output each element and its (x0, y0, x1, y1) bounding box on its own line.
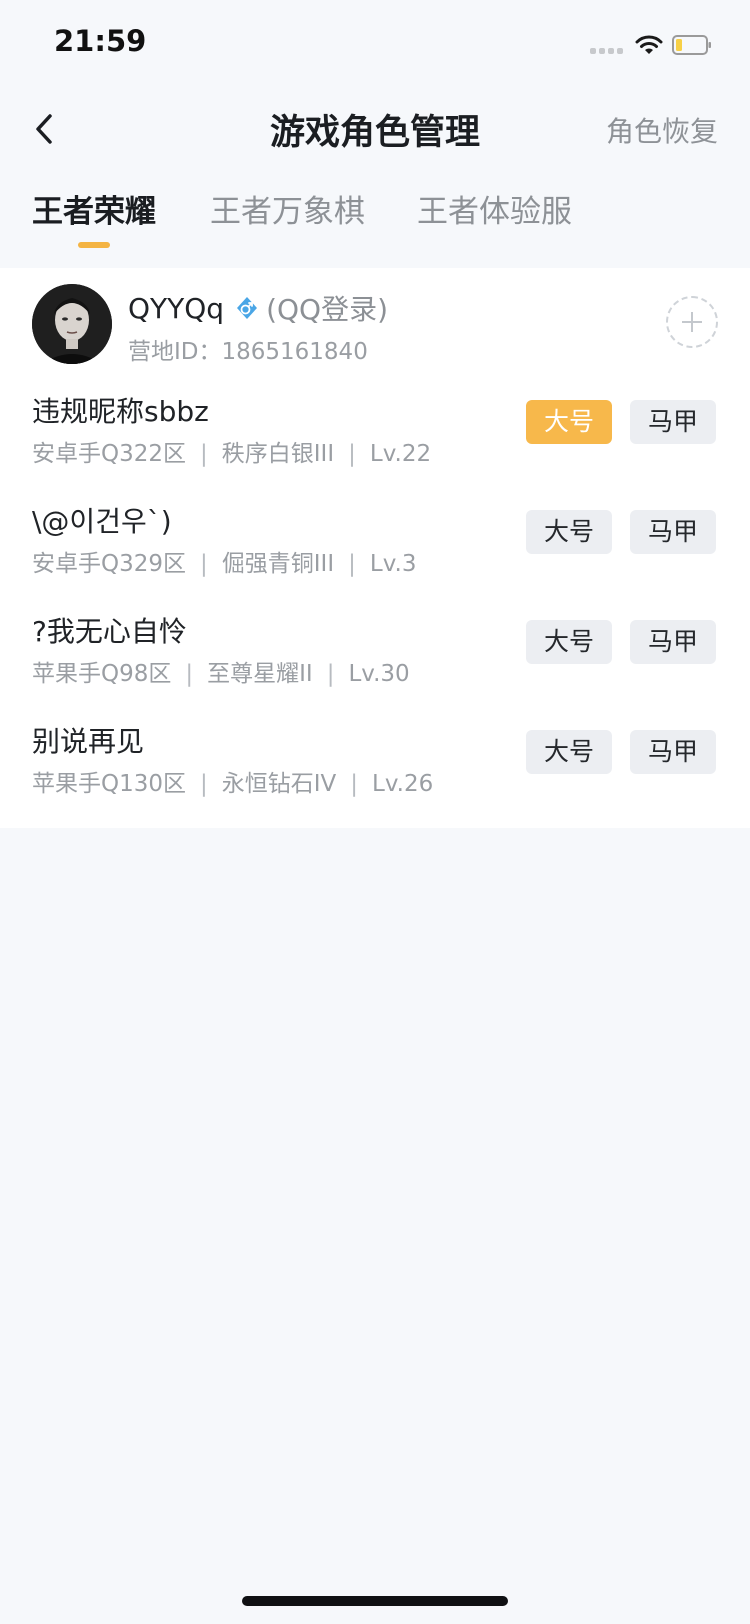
login-type: (QQ登录) (266, 293, 388, 326)
role-level: Lv.3 (369, 551, 417, 577)
role-meta: 安卓手Q329区 | 倔强青铜III | Lv.3 (32, 544, 416, 578)
role-name: ?我无心自怜 (32, 615, 187, 648)
role-name: 别说再见 (32, 725, 145, 758)
role-rank: 至尊星耀II (207, 661, 313, 687)
role-meta: 苹果手Q98区 | 至尊星耀II | Lv.30 (32, 654, 410, 688)
role-rank: 永恒钻石IV (221, 771, 337, 797)
tab-honor-of-kings[interactable]: 王者荣耀 (32, 186, 156, 231)
divider: | (348, 551, 356, 577)
male-icon (237, 297, 258, 319)
role-server: 安卓手Q329区 (32, 551, 187, 577)
divider: | (200, 441, 208, 467)
role-row: \@이건우`) 安卓手Q329区 | 倔强青铜III | Lv.3 大号 马甲 (0, 488, 750, 598)
role-name: \@이건우`) (32, 505, 172, 538)
alt-account-button[interactable]: 马甲 (630, 730, 716, 774)
main-account-button[interactable]: 大号 (526, 510, 612, 554)
game-tabs: 王者荣耀 王者万象棋 王者体验服 (0, 186, 750, 256)
tab-active-indicator (78, 242, 110, 248)
main-account-button[interactable]: 大号 (526, 400, 612, 444)
account-row: QYYQq (QQ登录) 营地ID：1865161840 (0, 268, 750, 378)
divider: | (350, 771, 359, 797)
signal-icon (590, 48, 626, 54)
avatar-image (32, 284, 112, 364)
wifi-icon (635, 35, 663, 54)
role-row: 违规昵称sbbz 安卓手Q322区 | 秩序白银III | Lv.22 大号 马甲 (0, 378, 750, 488)
nav-header: 游戏角色管理 角色恢复 (0, 90, 750, 170)
status-time: 21:59 (54, 24, 147, 58)
divider: | (200, 551, 208, 577)
status-bar: 21:59 (0, 0, 750, 90)
role-level: Lv.30 (348, 661, 410, 687)
home-indicator[interactable] (242, 1596, 508, 1606)
tab-experience-server[interactable]: 王者体验服 (417, 186, 572, 231)
account-name-line: QYYQq (QQ登录) (128, 288, 388, 328)
role-rank: 倔强青铜III (221, 551, 335, 577)
divider: | (185, 661, 194, 687)
avatar (32, 284, 112, 364)
main-account-button[interactable]: 大号 (526, 730, 612, 774)
role-meta: 安卓手Q322区 | 秩序白银III | Lv.22 (32, 434, 431, 468)
role-server: 苹果手Q130区 (32, 771, 187, 797)
account-id: 营地ID：1865161840 (128, 339, 368, 365)
divider: | (200, 771, 208, 797)
main-account-button[interactable]: 大号 (526, 620, 612, 664)
tab-auto-chess[interactable]: 王者万象棋 (210, 186, 365, 231)
account-name: QYYQq (128, 291, 225, 325)
battery-icon (672, 35, 711, 55)
divider: | (326, 661, 335, 687)
role-meta: 苹果手Q130区 | 永恒钻石IV | Lv.26 (32, 764, 433, 798)
role-rank: 秩序白银III (221, 441, 335, 467)
role-server: 苹果手Q98区 (32, 661, 172, 687)
divider: | (348, 441, 356, 467)
role-server: 安卓手Q322区 (32, 441, 187, 467)
role-level: Lv.22 (369, 441, 432, 467)
alt-account-button[interactable]: 马甲 (630, 400, 716, 444)
role-row: ?我无心自怜 苹果手Q98区 | 至尊星耀II | Lv.30 大号 马甲 (0, 598, 750, 708)
role-level: Lv.26 (372, 771, 434, 797)
alt-account-button[interactable]: 马甲 (630, 510, 716, 554)
add-account-button[interactable] (666, 296, 718, 348)
role-row: 别说再见 苹果手Q130区 | 永恒钻石IV | Lv.26 大号 马甲 (0, 708, 750, 818)
alt-account-button[interactable]: 马甲 (630, 620, 716, 664)
role-list-card: QYYQq (QQ登录) 营地ID：1865161840 违规昵称sbbz 安卓… (0, 268, 750, 828)
role-restore-button[interactable]: 角色恢复 (606, 110, 718, 150)
role-name: 违规昵称sbbz (32, 395, 209, 428)
